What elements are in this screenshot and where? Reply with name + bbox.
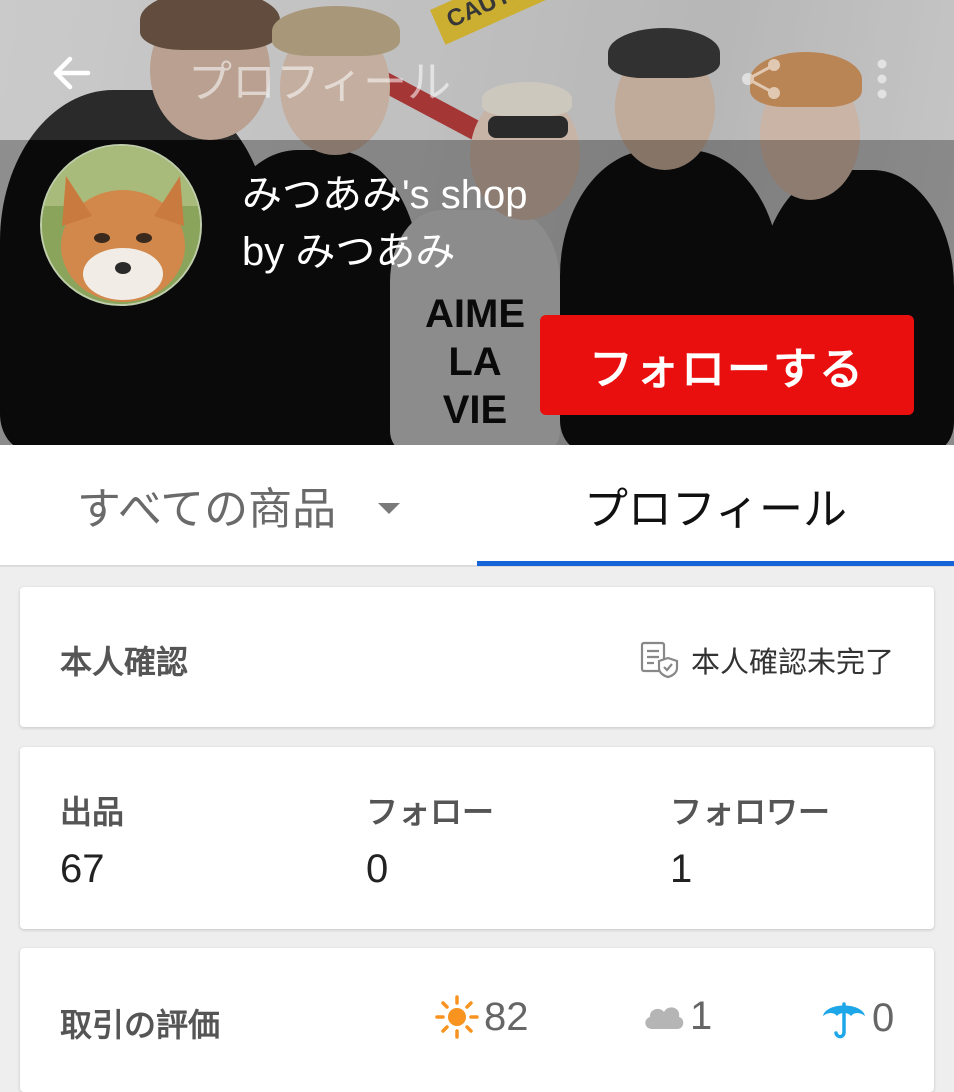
id-shield-icon [640,641,679,679]
stat-listings-label: 出品 [60,793,125,831]
identity-verification-status: 本人確認未完了 [639,639,894,681]
cloud-icon [645,1006,684,1029]
identity-verification-card: 本人確認 本人確認未完了 [20,587,934,727]
rating-card[interactable]: 取引の評価 82 1 0 [20,948,934,1092]
rating-normal-count: 1 [690,994,713,1038]
stat-followers-label: フォロワー [670,793,831,831]
fox-avatar-image [42,146,200,304]
rating-normal: 1 [640,994,712,1039]
follow-button[interactable]: フォローする [540,315,914,415]
tab-all-items-label: すべての商品 [76,484,337,535]
stat-followers[interactable]: フォロワー 1 [670,787,830,892]
tab-profile-label: プロフィール [583,484,848,535]
umbrella-icon [823,1002,865,1039]
stat-listings-value: 67 [60,847,105,891]
stats-card: 出品 67 フォロー 0 フォロワー 1 [20,747,934,929]
stat-following-value: 0 [366,847,389,891]
rating-label: 取引の評価 [60,1006,221,1044]
tab-profile[interactable]: プロフィール [477,445,954,565]
shop-name: みつあみ's shop [242,173,528,217]
rating-good-count: 82 [484,994,529,1039]
identity-verification-label: 本人確認 [60,643,189,681]
identity-verification-status-text: 本人確認未完了 [690,645,894,679]
stat-following[interactable]: フォロー 0 [366,787,494,892]
profile-header-banner: CAUTION AIME LA VIE プロフィール [0,0,954,445]
toolbar-overlay [0,0,954,140]
tab-all-items[interactable]: すべての商品 [0,445,477,565]
shop-avatar[interactable] [40,144,202,306]
rating-bad-count: 0 [872,995,895,1040]
rating-good: 82 [434,994,529,1040]
arrow-left-icon[interactable] [48,50,94,96]
stat-listings[interactable]: 出品 67 [60,787,124,892]
active-tab-indicator [477,561,954,566]
sun-icon [435,995,479,1039]
stat-followers-value: 1 [670,847,693,891]
share-icon[interactable] [738,56,784,102]
toolbar-title: プロフィール [188,57,452,108]
more-vert-icon[interactable] [872,56,892,102]
rating-bad: 0 [820,994,894,1042]
shop-owner: by みつあみ [242,230,456,274]
caret-down-icon [378,502,401,514]
stat-following-label: フォロー [366,793,495,831]
profile-tabs: すべての商品 プロフィール [0,445,954,567]
